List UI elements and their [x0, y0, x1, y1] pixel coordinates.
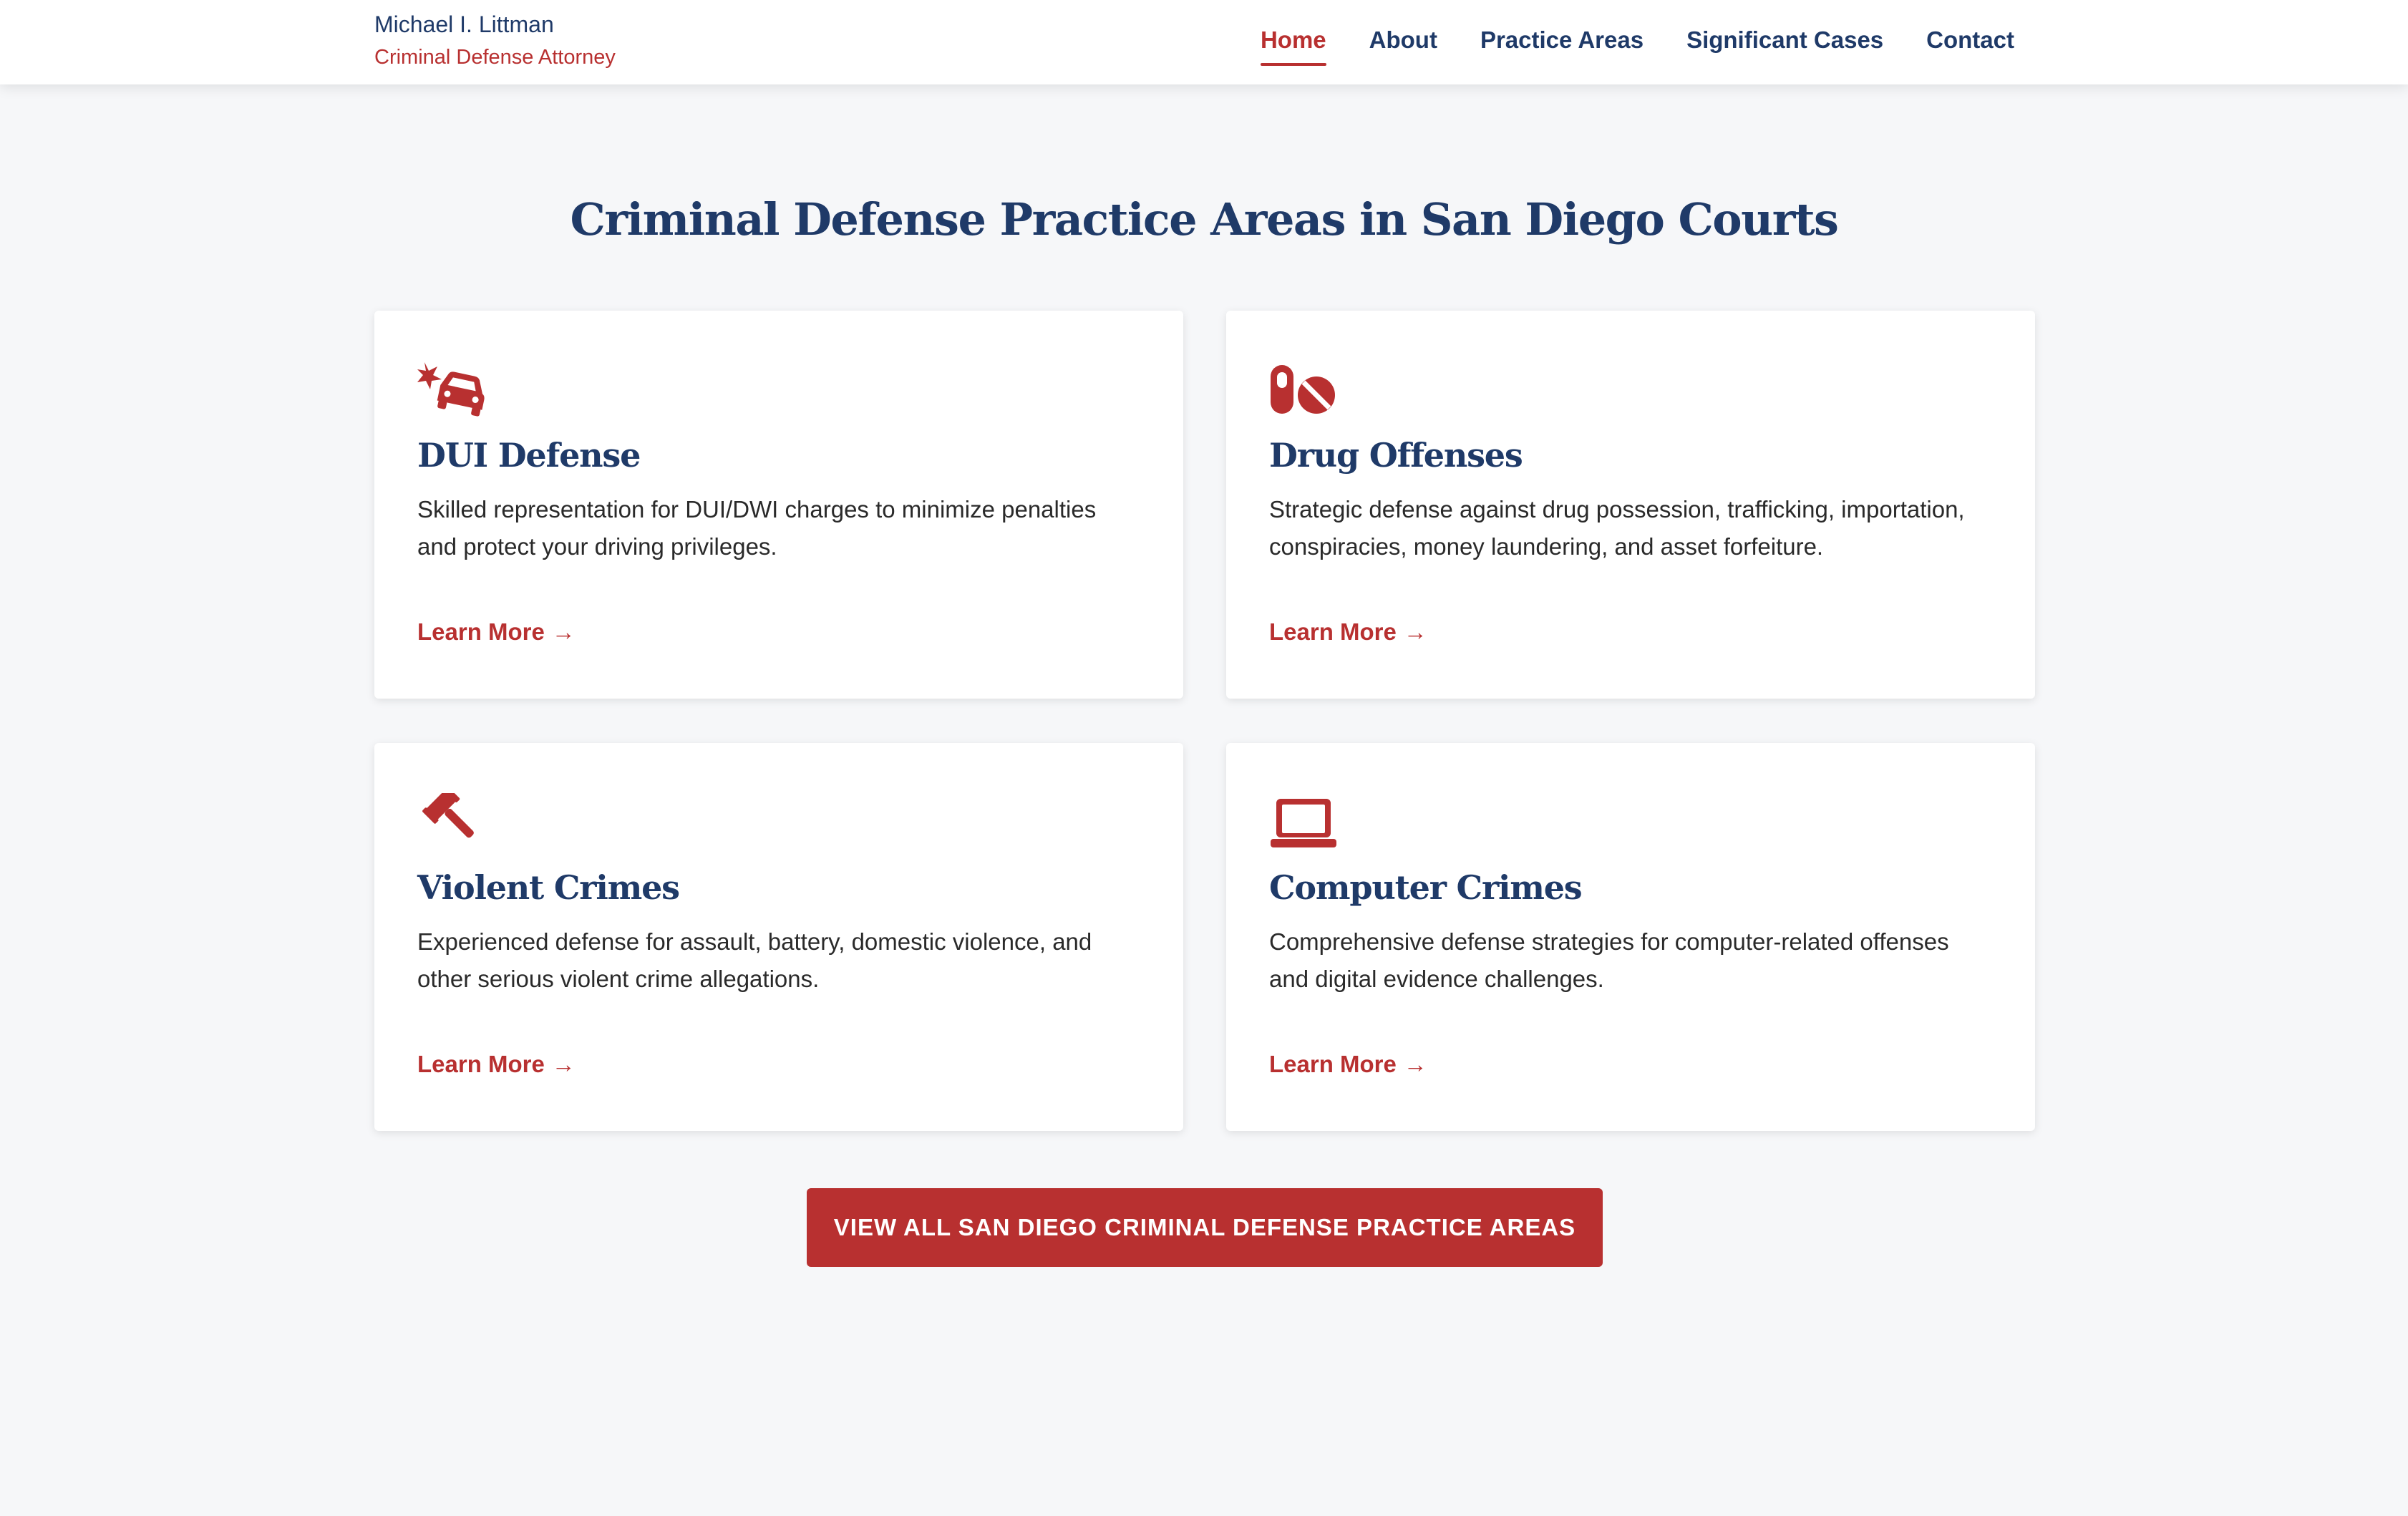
view-all-practice-areas-button[interactable]: VIEW ALL SAN DIEGO CRIMINAL DEFENSE PRAC…: [807, 1188, 1603, 1267]
nav-item-about[interactable]: About: [1369, 24, 1437, 66]
arrow-right-icon: →: [1403, 1051, 1427, 1077]
pills-icon: [1269, 361, 1338, 418]
gavel-icon: [417, 793, 486, 850]
brand-name[interactable]: Michael I. Littman: [374, 9, 616, 40]
card-description: Comprehensive defense strategies for com…: [1269, 928, 1949, 992]
arrow-right-icon: →: [551, 618, 576, 645]
nav-item-contact[interactable]: Contact: [1926, 24, 2014, 66]
arrow-right-icon: →: [551, 1051, 576, 1077]
learn-more-link-computer-crimes[interactable]: Learn More →: [1269, 1051, 1427, 1078]
section-title: Criminal Defense Practice Areas in San D…: [570, 193, 1839, 246]
card-description: Skilled representation for DUI/DWI charg…: [417, 496, 1097, 560]
learn-more-link-dui[interactable]: Learn More →: [417, 618, 576, 646]
card-title: Drug Offenses: [1269, 436, 1523, 475]
card-title: Violent Crimes: [417, 868, 680, 907]
practice-card-dui: DUI Defense Skilled representation for D…: [374, 311, 1183, 699]
card-description: Strategic defense against drug possessio…: [1269, 496, 1965, 560]
nav-item-home[interactable]: Home: [1260, 24, 1326, 66]
learn-more-label: Learn More: [1269, 1051, 1397, 1077]
card-description: Experienced defense for assault, battery…: [417, 928, 1092, 992]
card-title: Computer Crimes: [1269, 868, 1583, 907]
practice-card-computer-crimes: Computer Crimes Comprehensive defense st…: [1226, 743, 2035, 1131]
arrow-right-icon: →: [1403, 618, 1427, 645]
practice-card-violent-crimes: Violent Crimes Experienced defense for a…: [374, 743, 1183, 1131]
learn-more-label: Learn More: [1269, 618, 1397, 645]
car-crash-icon: [417, 361, 486, 418]
nav-item-practice-areas[interactable]: Practice Areas: [1480, 24, 1644, 66]
site-header: Michael I. Littman Criminal Defense Atto…: [0, 0, 2408, 84]
learn-more-label: Learn More: [417, 1051, 545, 1077]
nav-item-significant-cases[interactable]: Significant Cases: [1686, 24, 1883, 66]
learn-more-link-violent-crimes[interactable]: Learn More →: [417, 1051, 576, 1078]
learn-more-link-drug-offenses[interactable]: Learn More →: [1269, 618, 1427, 646]
main-nav: Home About Practice Areas Significant Ca…: [1260, 24, 2014, 66]
laptop-icon: [1269, 793, 1338, 850]
brand[interactable]: Michael I. Littman Criminal Defense Atto…: [374, 9, 616, 72]
card-title: DUI Defense: [417, 436, 641, 475]
practice-areas-grid: DUI Defense Skilled representation for D…: [374, 311, 2035, 1131]
brand-tagline: Criminal Defense Attorney: [374, 46, 616, 69]
learn-more-label: Learn More: [417, 618, 545, 645]
practice-card-drug-offenses: Drug Offenses Strategic defense against …: [1226, 311, 2035, 699]
